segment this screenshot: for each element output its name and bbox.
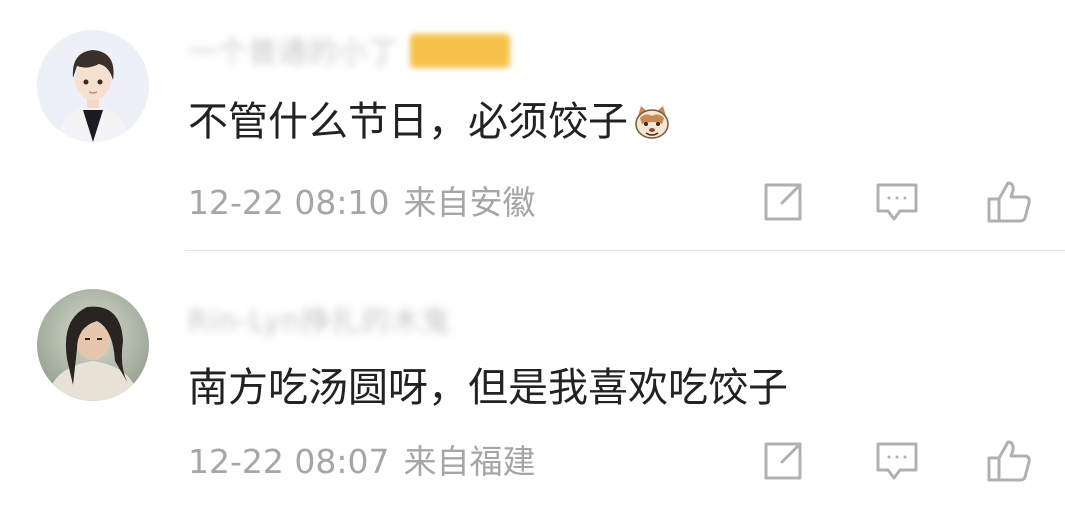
username[interactable]: 一个普通的小丁 <box>188 30 398 70</box>
comment-time: 12-22 08:07 <box>188 442 390 481</box>
comment-icon[interactable] <box>874 179 920 225</box>
divider <box>185 250 1065 251</box>
comment-meta: 12-22 08:10 来自安徽 <box>188 183 535 223</box>
thumbs-up-icon[interactable] <box>986 179 1032 225</box>
comment-location: 来自福建 <box>403 442 536 481</box>
comment-text-content: 南方吃汤圆呀，但是我喜欢吃饺子 <box>188 365 788 411</box>
share-icon[interactable] <box>760 179 806 225</box>
comment-time: 12-22 08:10 <box>188 183 390 222</box>
avatar-cartoon-man-image <box>37 30 149 142</box>
comment-text: 南方吃汤圆呀，但是我喜欢吃饺子 <box>188 363 788 413</box>
comment-item: 一个普通的小丁 不管什么节日，必须饺子 12-22 08:10 来自安徽 <box>0 0 1065 252</box>
comment-location: 来自安徽 <box>403 183 536 222</box>
username[interactable]: Rin-Lyn挣扎的木鬼 <box>188 299 451 339</box>
avatar[interactable] <box>37 30 149 142</box>
cat-face-icon <box>632 102 672 142</box>
avatar[interactable] <box>37 289 149 401</box>
share-icon[interactable] <box>760 438 806 484</box>
member-badge <box>410 34 510 68</box>
comment-meta: 12-22 08:07 来自福建 <box>188 442 535 482</box>
comment-icon[interactable] <box>874 438 920 484</box>
comment-item: Rin-Lyn挣扎的木鬼 南方吃汤圆呀，但是我喜欢吃饺子 12-22 08:07… <box>0 252 1065 516</box>
comment-text-content: 不管什么节日，必须饺子 <box>188 99 628 145</box>
comment-text: 不管什么节日，必须饺子 <box>188 97 672 147</box>
thumbs-up-icon[interactable] <box>986 438 1032 484</box>
avatar-photo-image <box>37 289 149 401</box>
